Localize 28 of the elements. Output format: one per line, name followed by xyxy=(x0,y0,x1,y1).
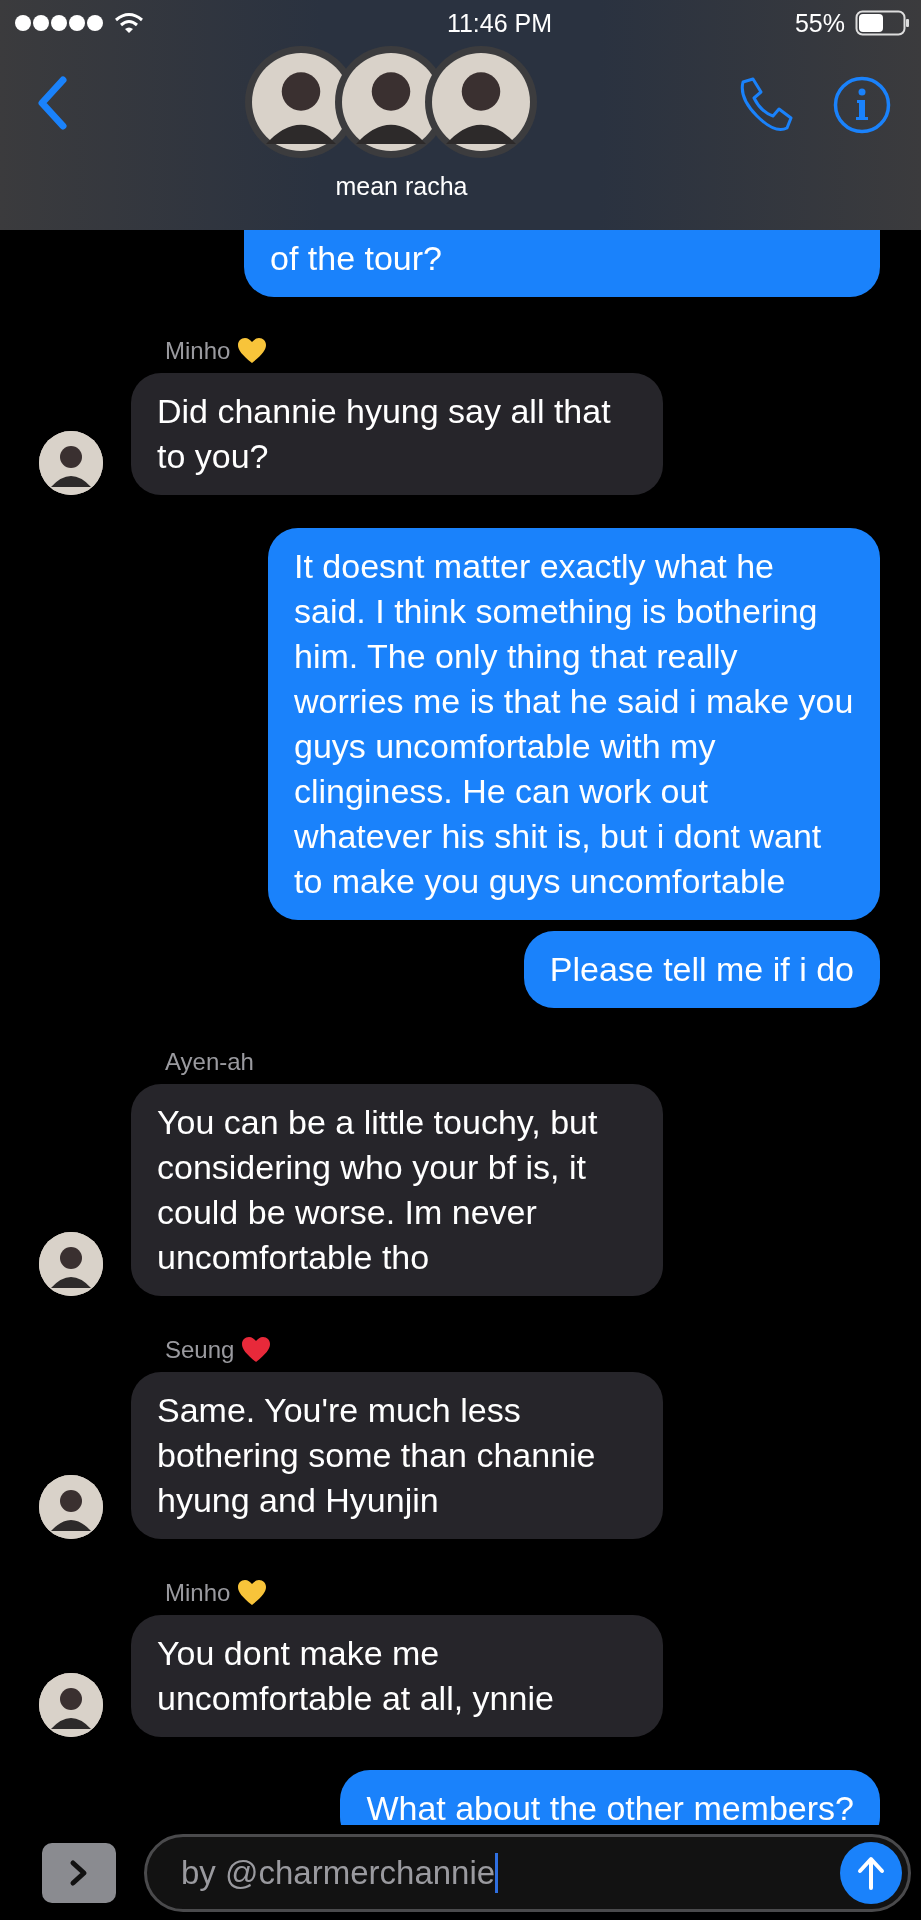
message-bubble: Same. You're much less bothering some than channie hyung and Hyunjin xyxy=(131,1372,663,1539)
wifi-icon xyxy=(114,12,144,34)
avatar xyxy=(39,1673,103,1737)
message-bubble: What about the other members? xyxy=(340,1770,880,1825)
avatar xyxy=(39,1475,103,1539)
sender-name: Ayen-ah xyxy=(165,1048,254,1076)
sender-name: Seung xyxy=(165,1336,235,1364)
avatar xyxy=(39,1232,103,1296)
conversation-title[interactable]: mean racha xyxy=(335,172,468,201)
sender-name: Minho xyxy=(165,1579,231,1607)
apps-button[interactable] xyxy=(42,1842,116,1903)
message-bubble: of the tour? xyxy=(244,230,880,297)
signal-icon xyxy=(14,14,104,32)
battery-percent: 55% xyxy=(794,8,845,38)
battery-icon xyxy=(855,10,911,36)
message-field[interactable]: by @charmerchannie xyxy=(144,1833,911,1912)
message-bubble: Please tell me if i do xyxy=(523,931,880,1008)
send-button[interactable] xyxy=(840,1841,902,1904)
info-button[interactable] xyxy=(833,76,891,134)
message-bubble: You can be a little touchy, but considering who your bf is, it could be worse. Im never uncomfortable tho xyxy=(131,1084,663,1296)
avatar xyxy=(39,431,103,495)
arrow-up-icon xyxy=(856,1854,886,1891)
message-bubble: Did channie hyung say all that to you? xyxy=(131,373,663,495)
message-bubble: You dont make me uncomfortable at all, ynnie xyxy=(131,1615,663,1737)
sender-name: Minho xyxy=(165,337,231,365)
back-button[interactable] xyxy=(36,76,68,130)
clock-time: 11:46 PM xyxy=(446,8,553,38)
message-bubble: It doesnt matter exactly what he said. I think something is bothering him. The only thing that really worries me is that he said i make you guys uncomfortable with my clinginess. He can work out whatever his shit is, but i dont want to make you guys uncomfortable xyxy=(268,528,880,920)
